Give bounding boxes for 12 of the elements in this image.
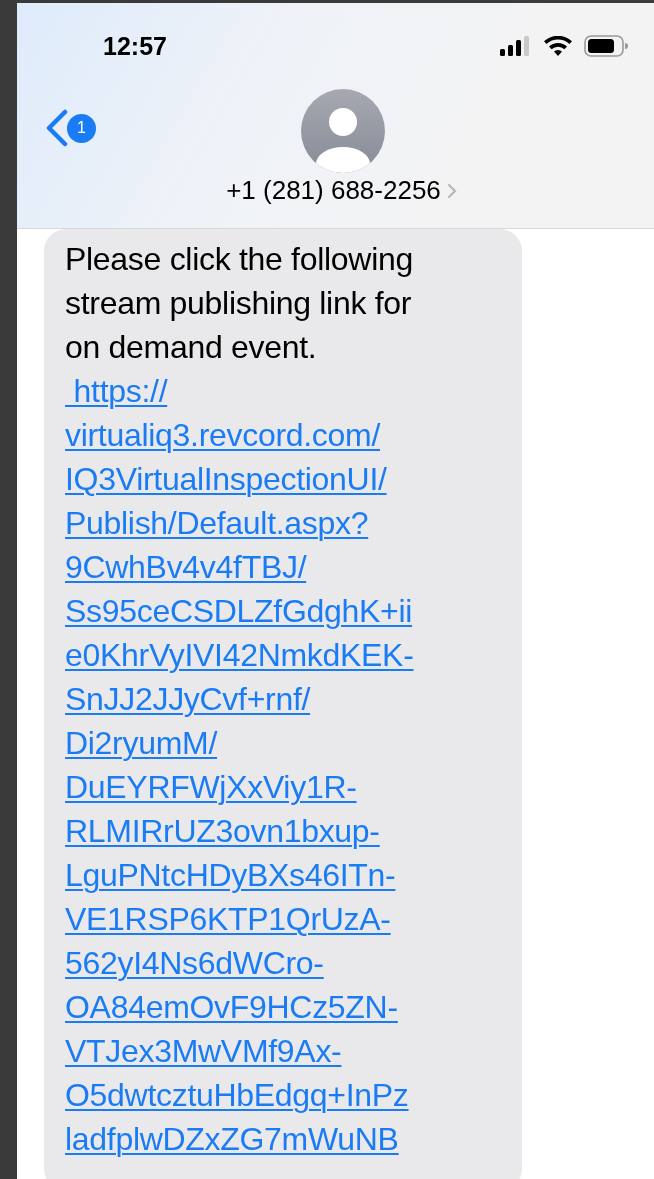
back-chevron-icon — [45, 109, 69, 147]
chevron-right-icon — [446, 182, 457, 199]
battery-icon — [584, 35, 628, 57]
status-time: 12:57 — [103, 31, 167, 61]
wifi-icon — [544, 36, 572, 56]
avatar-icon[interactable] — [301, 89, 385, 173]
contact-name[interactable]: +1 (281) 688-2256 — [226, 175, 441, 206]
unread-badge: 1 — [67, 113, 96, 143]
signal-icon — [500, 36, 532, 56]
message-link[interactable]: https:// virtualiq3.revcord.com/ IQ3VirtualInspectionUI/ Publish/Default.aspx? 9CwhBv4v4fTBJ/ Ss95ceCSDLZfGdghK+ii e0KhrVyIVI42NmkdKEK- SnJJ2JJyCvf+rnf/ Di2ryumM/ DuEYRFWjXxViy1R- RLMIRrUZ3ovn1bxup- LguPNtcHDyBXs46ITn- VE1RSP6KTP1QrUzA- 562yI4Ns6dWCro- OA84emOvF9HCz5ZN- VTJex3MwVMf9Ax- O5dwtcztuHbEdgq+InPz ladfplwDZxZG7mWuNB — [65, 369, 501, 1161]
message-text: Please click the following stream publishing link for on demand event. — [65, 240, 414, 367]
back-button[interactable]: 1 — [45, 109, 96, 147]
